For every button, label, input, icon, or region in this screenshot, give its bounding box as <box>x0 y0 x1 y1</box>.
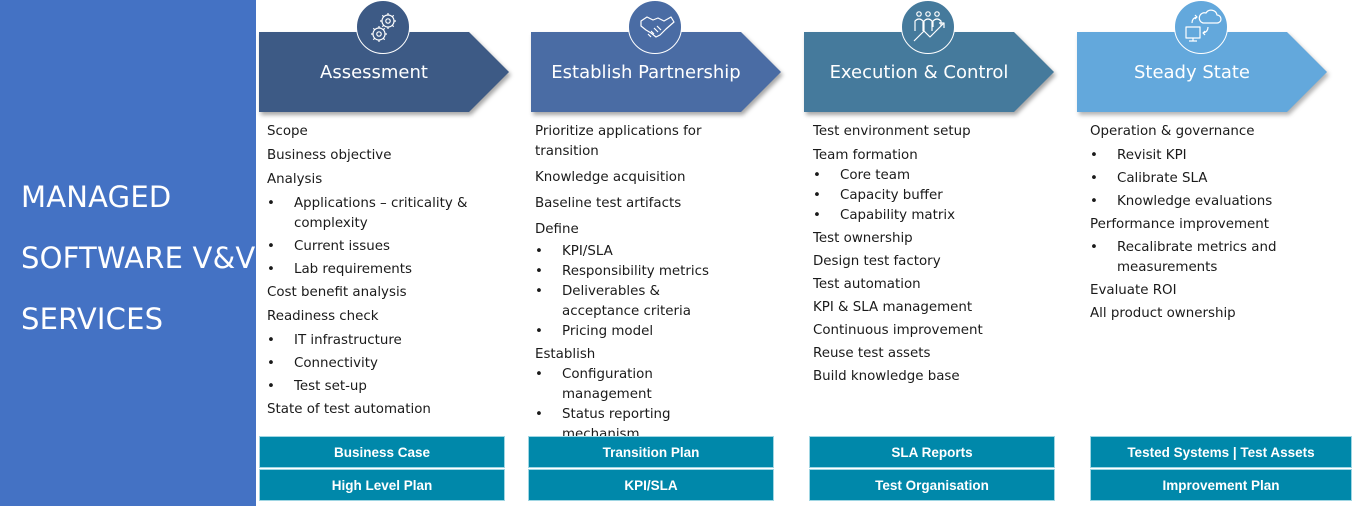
activity: Performance improvement <box>1090 217 1269 232</box>
sub-activity: Configuration management <box>535 365 735 405</box>
deliverables-assessment: Business Case High Level Plan <box>259 436 505 502</box>
sub-activity: Core team <box>813 166 1063 186</box>
stage-steady-state: Steady State Operation & governance Revi… <box>1077 0 1347 506</box>
activity: Test ownership <box>813 231 913 246</box>
sub-activity: Connectivity <box>267 354 482 374</box>
sub-activity: Pricing model <box>535 322 735 342</box>
activity: Prioritize applications for transition <box>535 124 702 159</box>
sub-activity: Recalibrate metrics and measurements <box>1090 238 1307 278</box>
deliverable: KPI/SLA <box>528 469 774 501</box>
sub-activity: Current issues <box>267 237 482 257</box>
stage-activities: Test environment setup Team formation Co… <box>813 122 1063 390</box>
team-growth-icon <box>901 0 955 54</box>
deliverables-execution-control: SLA Reports Test Organisation <box>809 436 1055 502</box>
activity: Design test factory <box>813 254 941 269</box>
deliverable: Business Case <box>259 436 505 468</box>
activity: Operation & governance <box>1090 124 1255 139</box>
activity: Knowledge acquisition <box>535 170 686 185</box>
activity: Build knowledge base <box>813 369 960 384</box>
activity: Readiness check <box>267 309 379 324</box>
sub-activity: Revisit KPI <box>1090 146 1340 166</box>
handshake-icon <box>628 0 682 54</box>
sub-activity: Responsibility metrics <box>535 262 735 282</box>
activity: Team formation <box>813 148 918 163</box>
activity: State of test automation <box>267 402 431 417</box>
sub-activity: Lab requirements <box>267 260 482 280</box>
sub-activity: IT infrastructure <box>267 331 482 351</box>
activity: Baseline test artifacts <box>535 196 682 211</box>
title-line: SERVICES <box>21 302 164 336</box>
activity: KPI & SLA management <box>813 300 973 315</box>
deliverables-steady-state: Tested Systems | Test Assets Improvement… <box>1090 436 1352 502</box>
sub-activity: Test set-up <box>267 377 482 397</box>
deliverables-establish-partnership: Transition Plan KPI/SLA <box>528 436 774 502</box>
activity: Reuse test assets <box>813 346 931 361</box>
stage-activities: Operation & governance Revisit KPI Calib… <box>1090 122 1340 330</box>
sub-activity: Deliverables & acceptance criteria <box>535 282 735 322</box>
title-line: SOFTWARE V&V <box>21 241 256 275</box>
sub-activity: Knowledge evaluations <box>1090 192 1340 212</box>
activity: Scope <box>267 124 308 139</box>
activity: Analysis <box>267 172 323 187</box>
deliverable: Test Organisation <box>809 469 1055 501</box>
sub-activity: Calibrate SLA <box>1090 169 1340 189</box>
activity: All product ownership <box>1090 306 1236 321</box>
activity: Evaluate ROI <box>1090 283 1177 298</box>
stage-activities: Prioritize applications for transition K… <box>535 122 735 465</box>
activity: Cost benefit analysis <box>267 285 407 300</box>
sub-activity: KPI/SLA <box>535 242 735 262</box>
activity: Define <box>535 222 579 237</box>
title-panel: MANAGED SOFTWARE V&V SERVICES <box>0 0 256 506</box>
deliverable: Tested Systems | Test Assets <box>1090 436 1352 468</box>
activity: Test environment setup <box>813 124 971 139</box>
activity: Business objective <box>267 148 392 163</box>
gears-icon <box>356 0 410 54</box>
title-line: MANAGED <box>21 180 172 214</box>
stage-establish-partnership: Establish Partnership Prioritize applica… <box>531 0 801 506</box>
sub-activity: Applications – criticality & complexity <box>267 194 482 234</box>
activity: Establish <box>535 347 596 362</box>
stage-activities: Scope Business objective Analysis Applic… <box>267 122 482 424</box>
sub-activity: Capacity buffer <box>813 186 1063 206</box>
deliverable: Transition Plan <box>528 436 774 468</box>
activity: Test automation <box>813 277 921 292</box>
stage-execution-control: Execution & Control Test environment set… <box>804 0 1074 506</box>
deliverable: SLA Reports <box>809 436 1055 468</box>
deliverable: Improvement Plan <box>1090 469 1352 501</box>
deliverable: High Level Plan <box>259 469 505 501</box>
sub-activity: Capability matrix <box>813 206 1063 226</box>
stage-assessment: Assessment Scope Business objective Anal… <box>259 0 529 506</box>
cloud-sync-icon <box>1174 0 1228 54</box>
activity: Continuous improvement <box>813 323 983 338</box>
